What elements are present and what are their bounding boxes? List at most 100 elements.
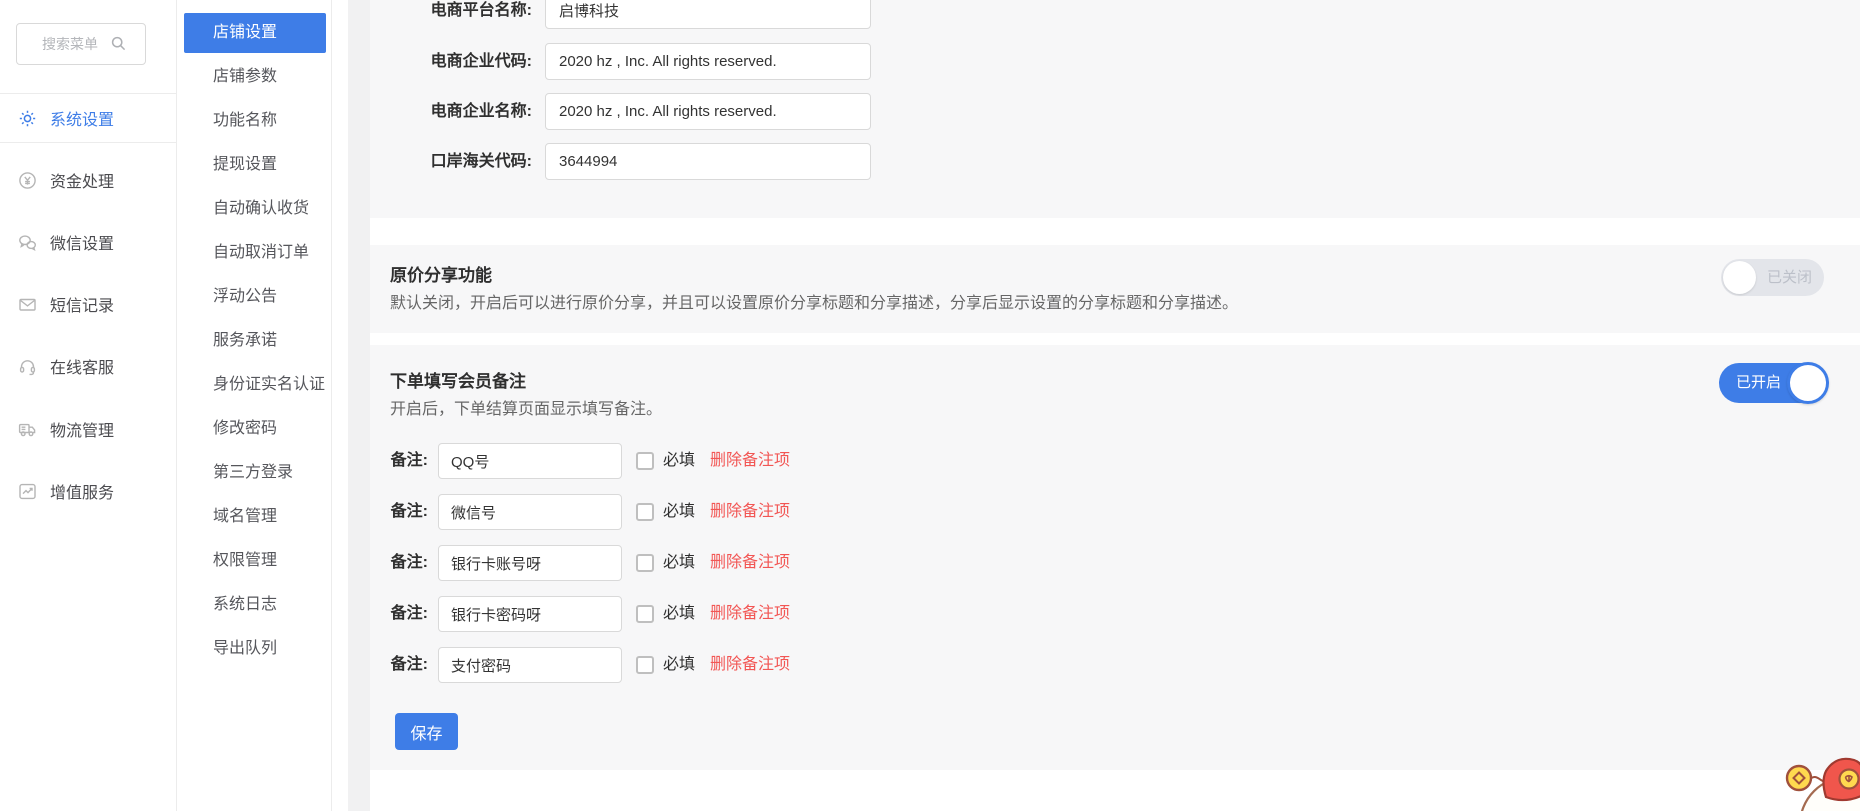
- sidebar-item-value-added[interactable]: 增值服务: [0, 471, 176, 511]
- section-title: 原价分享功能: [390, 261, 492, 286]
- section-description: 开启后，下单结算页面显示填写备注。: [390, 395, 662, 419]
- note-label: 备注:: [388, 494, 428, 530]
- price-share-toggle[interactable]: 已关闭: [1721, 259, 1824, 296]
- shop-info-card: 电商平台名称: 电商企业代码: 电商企业名称: 口岸海关代码:: [370, 0, 1860, 218]
- form-row-customs-code: 口岸海关代码:: [370, 143, 1860, 180]
- sidebar-divider: [0, 93, 176, 94]
- note-input[interactable]: [438, 596, 622, 632]
- customs-code-input[interactable]: [545, 143, 871, 180]
- delete-note-link[interactable]: 删除备注项: [710, 596, 790, 632]
- note-row: 备注: 必填 删除备注项: [370, 494, 1860, 530]
- note-label: 备注:: [388, 545, 428, 581]
- wechat-icon: [18, 233, 37, 252]
- truck-icon: [18, 420, 37, 439]
- sidebar-item-system-settings[interactable]: 系统设置: [0, 98, 176, 138]
- sidebar-item-online-service[interactable]: 在线客服: [0, 346, 176, 386]
- submenu-item-system-log[interactable]: 系统日志: [184, 585, 326, 625]
- field-label: 电商企业代码:: [390, 43, 532, 80]
- platform-name-input[interactable]: [545, 0, 871, 29]
- sidebar-item-logistics[interactable]: 物流管理: [0, 409, 176, 449]
- sidebar-item-label: 微信设置: [50, 230, 114, 254]
- required-label: 必填: [663, 545, 695, 581]
- note-label: 备注:: [388, 647, 428, 683]
- required-checkbox[interactable]: [636, 452, 654, 470]
- field-label: 口岸海关代码:: [390, 143, 532, 180]
- delete-note-link[interactable]: 删除备注项: [710, 647, 790, 683]
- form-row-enterprise-code: 电商企业代码:: [370, 43, 1860, 80]
- required-label: 必填: [663, 596, 695, 632]
- form-row-platform-name: 电商平台名称:: [370, 0, 1860, 29]
- toggle-knob: [1723, 261, 1756, 294]
- submenu-item-id-verification[interactable]: 身份证实名认证: [184, 365, 326, 405]
- menu-search-input[interactable]: [16, 23, 146, 65]
- note-row: 备注: 必填 删除备注项: [370, 647, 1860, 683]
- delete-note-link[interactable]: 删除备注项: [710, 494, 790, 530]
- submenu-item-shop-settings[interactable]: 店铺设置: [184, 13, 326, 53]
- member-notes-card: 下单填写会员备注 开启后，下单结算页面显示填写备注。 已开启 备注: 必填 删除…: [370, 345, 1860, 770]
- section-description: 默认关闭，开启后可以进行原价分享，并且可以设置原价分享标题和分享描述，分享后显示…: [390, 289, 1238, 313]
- yen-circle-icon: [18, 171, 37, 190]
- enterprise-code-input[interactable]: [545, 43, 871, 80]
- required-checkbox[interactable]: [636, 605, 654, 623]
- headset-icon: [18, 357, 37, 376]
- note-label: 备注:: [388, 443, 428, 479]
- gear-icon: [18, 109, 37, 128]
- main-content: 电商平台名称: 电商企业代码: 电商企业名称: 口岸海关代码: 原价分享功能 默…: [370, 0, 1860, 811]
- required-checkbox[interactable]: [636, 503, 654, 521]
- form-row-enterprise-name: 电商企业名称:: [370, 93, 1860, 130]
- field-label: 电商平台名称:: [390, 0, 532, 29]
- required-label: 必填: [663, 647, 695, 683]
- sidebar-item-sms[interactable]: 短信记录: [0, 284, 176, 324]
- member-notes-toggle[interactable]: 已开启: [1719, 363, 1826, 403]
- required-checkbox[interactable]: [636, 656, 654, 674]
- submenu-item-floating-notice[interactable]: 浮动公告: [184, 277, 326, 317]
- submenu-item-shop-params[interactable]: 店铺参数: [184, 57, 326, 97]
- price-share-card: 原价分享功能 默认关闭，开启后可以进行原价分享，并且可以设置原价分享标题和分享描…: [370, 245, 1860, 333]
- required-label: 必填: [663, 494, 695, 530]
- submenu-item-domain-management[interactable]: 域名管理: [184, 497, 326, 537]
- sidebar-item-funds[interactable]: 资金处理: [0, 160, 176, 200]
- submenu-item-third-party-login[interactable]: 第三方登录: [184, 453, 326, 493]
- settings-submenu: 店铺设置 店铺参数 功能名称 提现设置 自动确认收货 自动取消订单 浮动公告 服…: [177, 0, 332, 811]
- note-input[interactable]: [438, 443, 622, 479]
- toggle-label: 已关闭: [1767, 259, 1812, 296]
- envelope-icon: [18, 295, 37, 314]
- admin-settings-screen: 系统设置 资金处理 微信设置 短信记录: [0, 0, 1860, 811]
- sidebar-item-label: 系统设置: [50, 106, 114, 130]
- sidebar-item-label: 在线客服: [50, 354, 114, 378]
- note-input[interactable]: [438, 545, 622, 581]
- submenu-item-permission-management[interactable]: 权限管理: [184, 541, 326, 581]
- toggle-knob: [1787, 362, 1829, 404]
- note-row: 备注: 必填 删除备注项: [370, 596, 1860, 632]
- submenu-item-withdraw-settings[interactable]: 提现设置: [184, 145, 326, 185]
- submenu-item-change-password[interactable]: 修改密码: [184, 409, 326, 449]
- menu-search: [16, 23, 146, 65]
- submenu-item-auto-cancel-order[interactable]: 自动取消订单: [184, 233, 326, 273]
- note-label: 备注:: [388, 596, 428, 632]
- sidebar-item-wechat[interactable]: 微信设置: [0, 222, 176, 262]
- main-sidebar: 系统设置 资金处理 微信设置 短信记录: [0, 0, 177, 811]
- submenu-item-auto-confirm-receipt[interactable]: 自动确认收货: [184, 189, 326, 229]
- note-input[interactable]: [438, 494, 622, 530]
- sidebar-item-label: 资金处理: [50, 168, 114, 192]
- save-button[interactable]: 保存: [395, 713, 458, 750]
- required-checkbox[interactable]: [636, 554, 654, 572]
- panel-scrollbar-track[interactable]: [348, 0, 370, 811]
- sidebar-item-label: 物流管理: [50, 417, 114, 441]
- submenu-item-export-queue[interactable]: 导出队列: [184, 629, 326, 669]
- toggle-label: 已开启: [1736, 363, 1781, 403]
- note-row: 备注: 必填 删除备注项: [370, 443, 1860, 479]
- delete-note-link[interactable]: 删除备注项: [710, 545, 790, 581]
- note-row: 备注: 必填 删除备注项: [370, 545, 1860, 581]
- sidebar-item-label: 短信记录: [50, 292, 114, 316]
- chart-icon: [18, 482, 37, 501]
- enterprise-name-input[interactable]: [545, 93, 871, 130]
- sidebar-item-label: 增值服务: [50, 479, 114, 503]
- delete-note-link[interactable]: 删除备注项: [710, 443, 790, 479]
- note-input[interactable]: [438, 647, 622, 683]
- required-label: 必填: [663, 443, 695, 479]
- sidebar-divider: [0, 142, 176, 143]
- submenu-item-feature-names[interactable]: 功能名称: [184, 101, 326, 141]
- red-envelope-mascot[interactable]: [1768, 735, 1860, 811]
- submenu-item-service-promise[interactable]: 服务承诺: [184, 321, 326, 361]
